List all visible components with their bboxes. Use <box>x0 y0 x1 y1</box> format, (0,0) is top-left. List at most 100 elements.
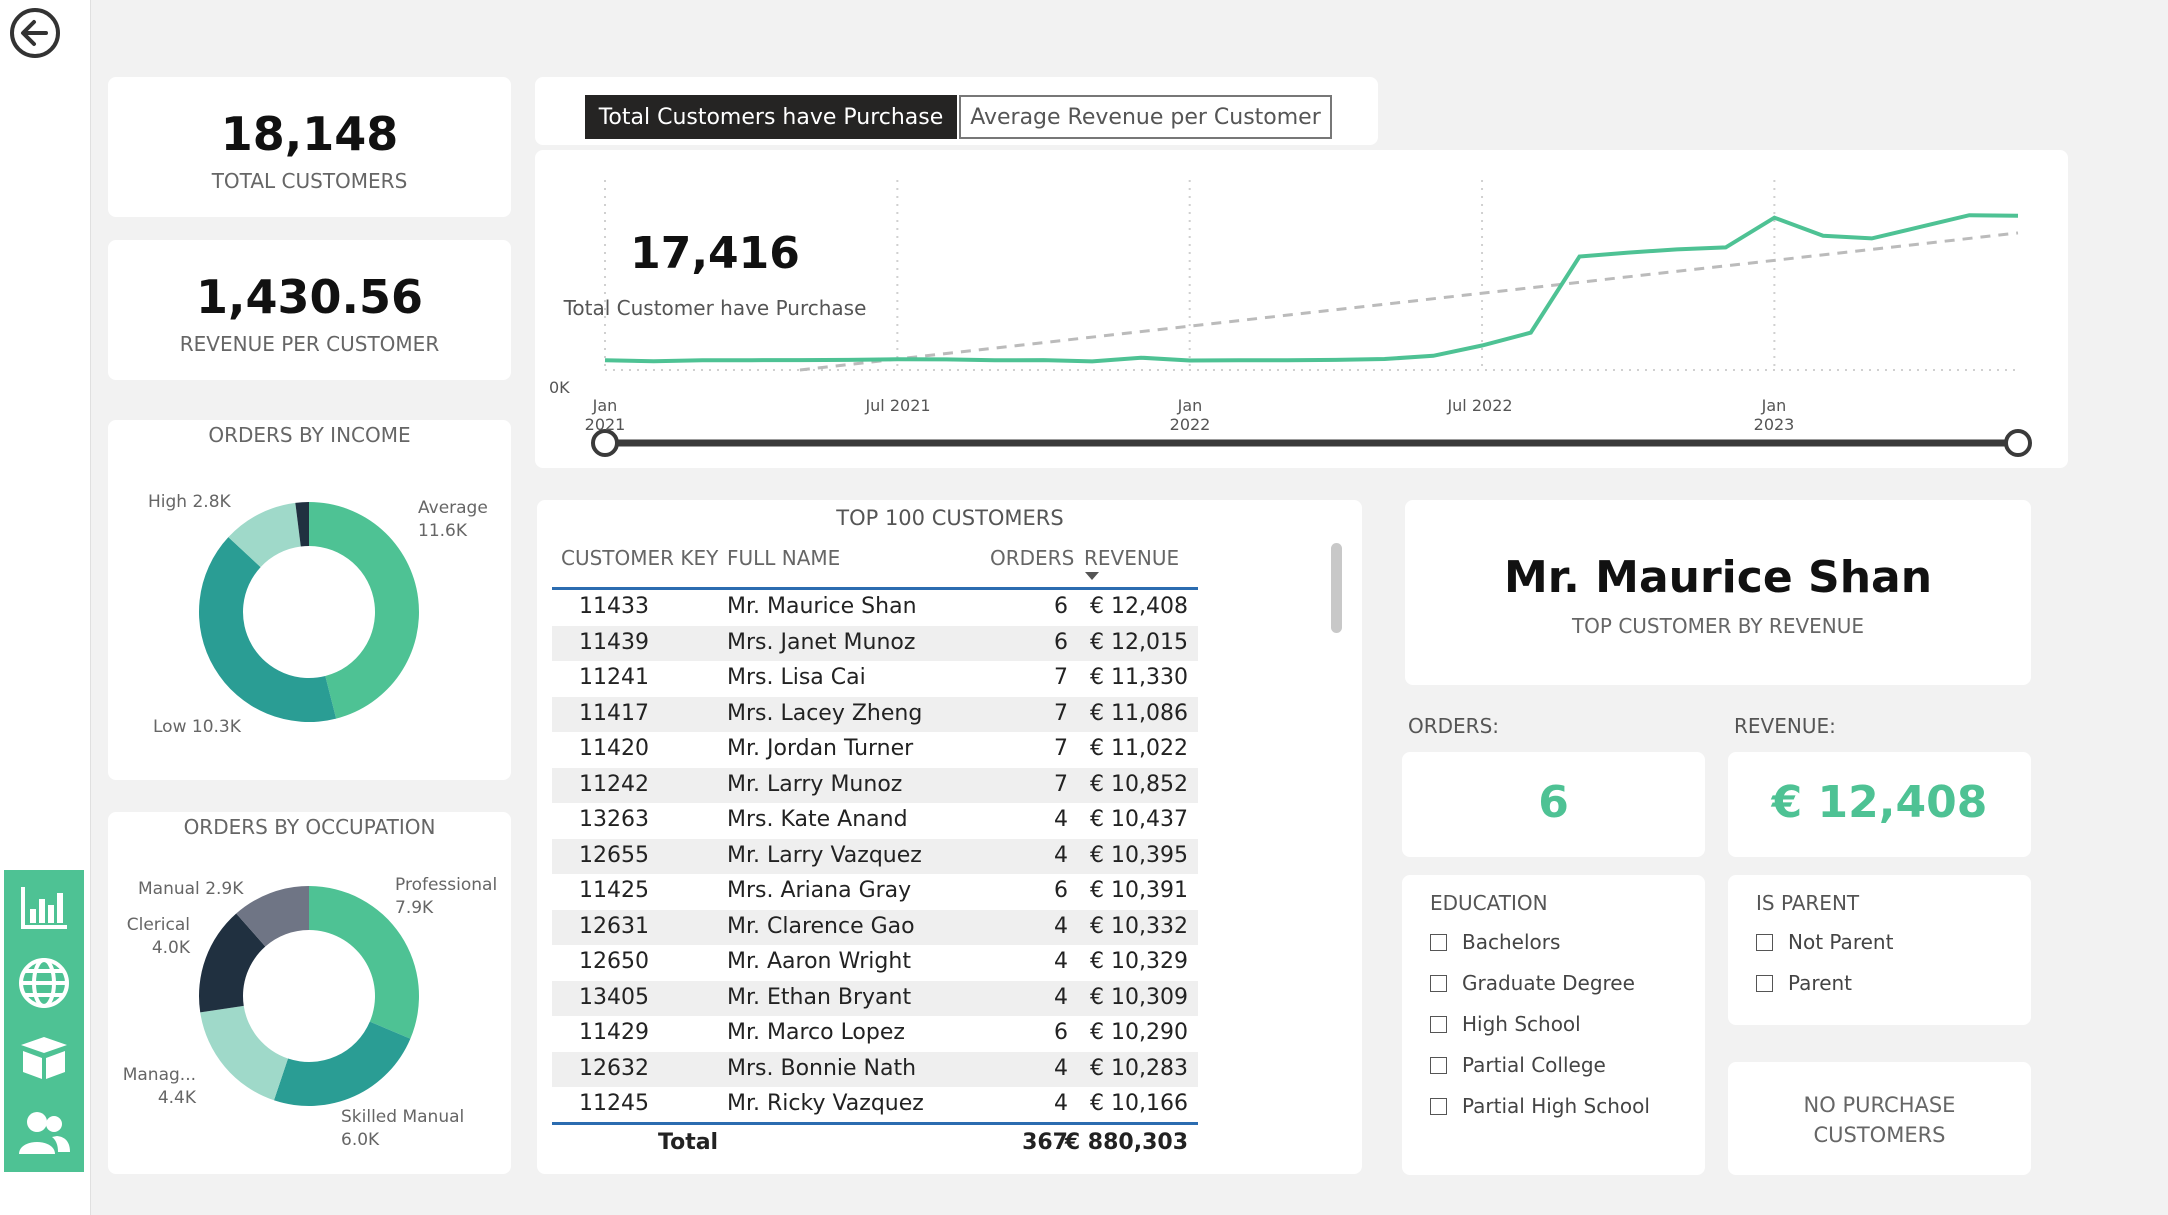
revenue-per-customer-value: 1,430.56 <box>196 270 423 324</box>
back-button[interactable] <box>8 6 62 60</box>
customer-key-cell: 12650 <box>579 949 649 974</box>
orders-cell: 4 <box>1054 1091 1068 1116</box>
table-row[interactable]: 11417 Mrs. Lacey Zheng 7 € 11,086 <box>552 696 1198 732</box>
checkbox[interactable] <box>1756 974 1773 992</box>
top-customer-name: Mr. Maurice Shan <box>1503 552 1933 603</box>
occupation-label-professional: Professional 7.9K <box>395 874 497 920</box>
table-row[interactable]: 11242 Mr. Larry Munoz 7 € 10,852 <box>552 767 1198 803</box>
education-option-high-school[interactable]: High School <box>1430 1009 1581 1039</box>
revenue-kpi-card: € 12,408 <box>1728 752 2031 857</box>
table-row[interactable]: 11241 Mrs. Lisa Cai 7 € 11,330 <box>552 661 1198 696</box>
table-row[interactable]: 11420 Mr. Jordan Turner 7 € 11,022 <box>552 732 1198 767</box>
revenue-cell: € 10,309 <box>1090 984 1188 1010</box>
col-header-full-name[interactable]: FULL NAME <box>727 546 840 570</box>
tab-average-revenue-per-customer[interactable]: Average Revenue per Customer <box>959 95 1332 139</box>
customer-key-cell: 11242 <box>579 771 649 797</box>
checkbox[interactable] <box>1430 1097 1447 1115</box>
table-row[interactable]: 13405 Mr. Ethan Bryant 4 € 10,309 <box>552 980 1198 1016</box>
x-tick-jul-2021: Jul 2021 <box>865 396 931 415</box>
income-label-low-value: 10.3K <box>191 717 241 737</box>
checkbox[interactable] <box>1756 933 1773 951</box>
education-option-graduate-degree[interactable]: Graduate Degree <box>1430 968 1635 998</box>
table-row[interactable]: 11433 Mr. Maurice Shan 6 € 12,408 <box>552 590 1198 625</box>
checkbox[interactable] <box>1430 933 1447 951</box>
no-purchase-customers-button[interactable]: NO PURCHASE CUSTOMERS <box>1728 1062 2031 1175</box>
table-row[interactable]: 11439 Mrs. Janet Munoz 6 € 12,015 <box>552 625 1198 661</box>
table-title: TOP 100 CUSTOMERS <box>836 506 1064 530</box>
income-label-high-value: 2.8K <box>192 492 231 512</box>
col-header-orders[interactable]: ORDERS <box>990 546 1074 570</box>
customer-key-cell: 11433 <box>579 594 649 619</box>
no-purchase-line2: CUSTOMERS <box>1813 1123 1946 1147</box>
table-row[interactable]: 13263 Mrs. Kate Anand 4 € 10,437 <box>552 803 1198 838</box>
occupation-slice-skilled-manual[interactable] <box>273 1021 411 1106</box>
checkbox[interactable] <box>1430 974 1447 992</box>
full-name-cell: Mr. Marco Lopez <box>727 1020 905 1045</box>
col-header-customer-key[interactable]: CUSTOMER KEY <box>561 546 718 570</box>
date-range-slider-end-handle[interactable] <box>2004 429 2032 457</box>
customer-key-cell: 12632 <box>579 1055 649 1081</box>
nav-products-button[interactable] <box>4 1020 84 1095</box>
total-customers-card: 18,148 TOTAL CUSTOMERS <box>108 77 511 217</box>
full-name-cell: Mrs. Ariana Gray <box>727 878 912 903</box>
trend-line <box>799 231 2019 372</box>
tab-total-customers-have-purchase[interactable]: Total Customers have Purchase <box>585 95 957 139</box>
occupation-slice-manag[interactable] <box>200 1005 288 1101</box>
full-name-cell: Mrs. Lisa Cai <box>727 665 866 690</box>
education-option-bachelors[interactable]: Bachelors <box>1430 927 1560 957</box>
is-parent-option-not-parent[interactable]: Not Parent <box>1756 927 1893 957</box>
table-row[interactable]: 11245 Mr. Ricky Vazquez 4 € 10,166 <box>552 1087 1198 1122</box>
x-tick-jan-2022: Jan 2022 <box>1169 396 1211 434</box>
customer-key-cell: 11429 <box>579 1020 649 1045</box>
occupation-label-manual-name: Manual <box>138 879 200 899</box>
customer-key-cell: 12631 <box>579 913 649 939</box>
col-header-revenue[interactable]: REVENUE <box>1084 546 1179 570</box>
date-range-slider-start-handle[interactable] <box>591 429 619 457</box>
income-label-average-name: Average <box>418 498 488 518</box>
sort-descending-icon[interactable] <box>1084 571 1100 581</box>
top-customer-label: TOP CUSTOMER BY REVENUE <box>1571 614 1865 638</box>
education-option-partial-high-school[interactable]: Partial High School <box>1430 1091 1650 1121</box>
revenue-cell: € 11,022 <box>1090 736 1188 761</box>
checkbox[interactable] <box>1430 1015 1447 1033</box>
purchase-kpi-value: 17,416 <box>630 228 800 279</box>
table-row[interactable]: 12650 Mr. Aaron Wright 4 € 10,329 <box>552 945 1198 980</box>
table-row[interactable]: 11425 Mrs. Ariana Gray 6 € 10,391 <box>552 874 1198 909</box>
is-parent-option-parent[interactable]: Parent <box>1756 968 1852 998</box>
occupation-label-skilled-manual-value: 6.0K <box>341 1130 380 1150</box>
nav-customers-analysis-button[interactable] <box>4 870 84 945</box>
nav-map-button[interactable] <box>4 945 84 1020</box>
table-total-row: Total 367 € 880,303 <box>552 1126 1198 1161</box>
revenue-kpi-value: € 12,408 <box>1771 777 1988 828</box>
back-arrow-icon <box>10 8 60 58</box>
income-label-high: High 2.8K <box>148 491 231 514</box>
total-divider <box>552 1122 1198 1125</box>
income-slice-low[interactable] <box>198 537 337 723</box>
x-tick-jan-2021: Jan 2021 <box>584 396 626 434</box>
table-row[interactable]: 12655 Mr. Larry Vazquez 4 € 10,395 <box>552 838 1198 874</box>
top-customer-card: Mr. Maurice Shan TOP CUSTOMER BY REVENUE <box>1405 500 2031 685</box>
customer-key-cell: 13263 <box>579 807 649 832</box>
customer-key-cell: 11417 <box>579 700 649 726</box>
checkbox[interactable] <box>1430 1056 1447 1074</box>
is-parent-slicer-title: IS PARENT <box>1756 891 1860 915</box>
orders-cell: 7 <box>1054 700 1068 726</box>
table-row[interactable]: 12631 Mr. Clarence Gao 4 € 10,332 <box>552 909 1198 945</box>
sidebar <box>0 0 91 1215</box>
occupation-label-manual: Manual 2.9K <box>138 878 243 901</box>
customer-key-cell: 13405 <box>579 984 649 1010</box>
table-scrollbar-thumb[interactable] <box>1331 543 1342 633</box>
nav-customers-button[interactable] <box>4 1095 84 1170</box>
orders-kpi-card: 6 <box>1402 752 1705 857</box>
table-row[interactable]: 12632 Mrs. Bonnie Nath 4 € 10,283 <box>552 1051 1198 1087</box>
full-name-cell: Mrs. Janet Munoz <box>727 629 916 655</box>
income-label-high-name: High <box>148 492 188 512</box>
table-row[interactable]: 11429 Mr. Marco Lopez 6 € 10,290 <box>552 1016 1198 1051</box>
revenue-cell: € 10,166 <box>1090 1091 1188 1116</box>
income-label-low-name: Low <box>153 717 187 737</box>
income-label-low: Low 10.3K <box>153 716 241 739</box>
education-option-partial-college[interactable]: Partial College <box>1430 1050 1606 1080</box>
occupation-label-management-name: Manag... <box>122 1065 196 1085</box>
no-purchase-customers-label: NO PURCHASE CUSTOMERS <box>1728 1090 2031 1150</box>
full-name-cell: Mr. Jordan Turner <box>727 736 914 761</box>
